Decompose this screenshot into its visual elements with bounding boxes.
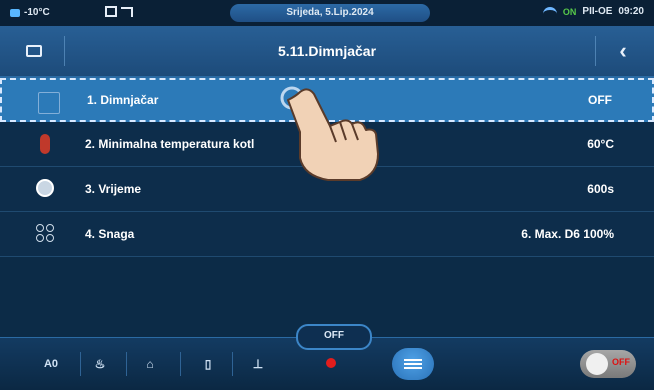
item-value: 60°C [587, 137, 614, 151]
toggle-text: OFF [612, 357, 630, 367]
outdoor-icon [10, 8, 20, 17]
menu-button[interactable] [392, 348, 434, 380]
wifi-icon [542, 6, 557, 17]
item-label: 1. Dimnjačar [87, 93, 159, 107]
divider [180, 352, 181, 376]
boiler-icon: ▯ [204, 357, 212, 371]
bottom-bar: A0 ♨ ⌂ ▯ ⊥ OFF OFF [0, 324, 654, 390]
temperature-text: -10°C [24, 7, 50, 18]
divider [232, 352, 233, 376]
status-bar: -10°C Srijeda, 5.Lip.2024 ON PII-OE 09:2… [0, 0, 654, 26]
valve-button[interactable]: ⊥ [246, 350, 270, 378]
item-label: 3. Vrijeme [85, 182, 142, 196]
house-button[interactable]: ⌂ [138, 350, 162, 378]
divider [595, 36, 596, 66]
list-item-power[interactable]: 4. Snaga 6. Max. D6 100% [0, 212, 654, 257]
screen: -10°C Srijeda, 5.Lip.2024 ON PII-OE 09:2… [0, 0, 654, 390]
item-value: OFF [588, 93, 612, 107]
grid-icon [105, 6, 117, 17]
clock-time: 09:20 [618, 6, 644, 17]
mode-button[interactable]: A0 [26, 350, 76, 378]
valve-icon: ⊥ [252, 357, 264, 371]
page-title: 5.11.Dimnjačar [277, 43, 377, 59]
status-right: ON PII-OE 09:20 [542, 6, 644, 17]
back-button[interactable]: ‹ [610, 37, 636, 65]
thermometer-icon [40, 134, 50, 154]
item-label: 2. Minimalna temperatura kotl [85, 137, 255, 151]
power-toggle[interactable]: OFF [580, 350, 636, 378]
flame-button[interactable]: ♨ [88, 350, 112, 378]
date-display: Srijeda, 5.Lip.2024 [230, 4, 430, 22]
clock-icon [36, 179, 54, 197]
mode-label: PII-OE [582, 6, 613, 17]
tap-icon [121, 6, 133, 17]
item-label: 4. Snaga [85, 227, 135, 241]
on-badge: ON [562, 6, 577, 17]
alarm-indicator [326, 358, 336, 368]
chevron-left-icon: ‹ [619, 38, 627, 63]
page-header: 5.11.Dimnjačar ‹ [0, 26, 654, 78]
hand-pointer-icon [280, 86, 379, 181]
toggle-knob [586, 353, 608, 375]
power-dots-icon [36, 224, 54, 242]
item-value: 600s [587, 182, 614, 196]
outdoor-temperature: -10°C [10, 7, 50, 18]
cards-icon [38, 92, 60, 114]
house-icon: ⌂ [146, 357, 154, 371]
boiler-button[interactable]: ▯ [196, 350, 220, 378]
item-value: 6. Max. D6 100% [521, 227, 614, 241]
divider [80, 352, 81, 376]
menu-icon [404, 357, 422, 371]
flame-icon: ♨ [94, 357, 106, 371]
off-tab[interactable]: OFF [296, 324, 372, 350]
divider [126, 352, 127, 376]
mode-label: A0 [43, 358, 59, 370]
system-icons [105, 6, 133, 17]
